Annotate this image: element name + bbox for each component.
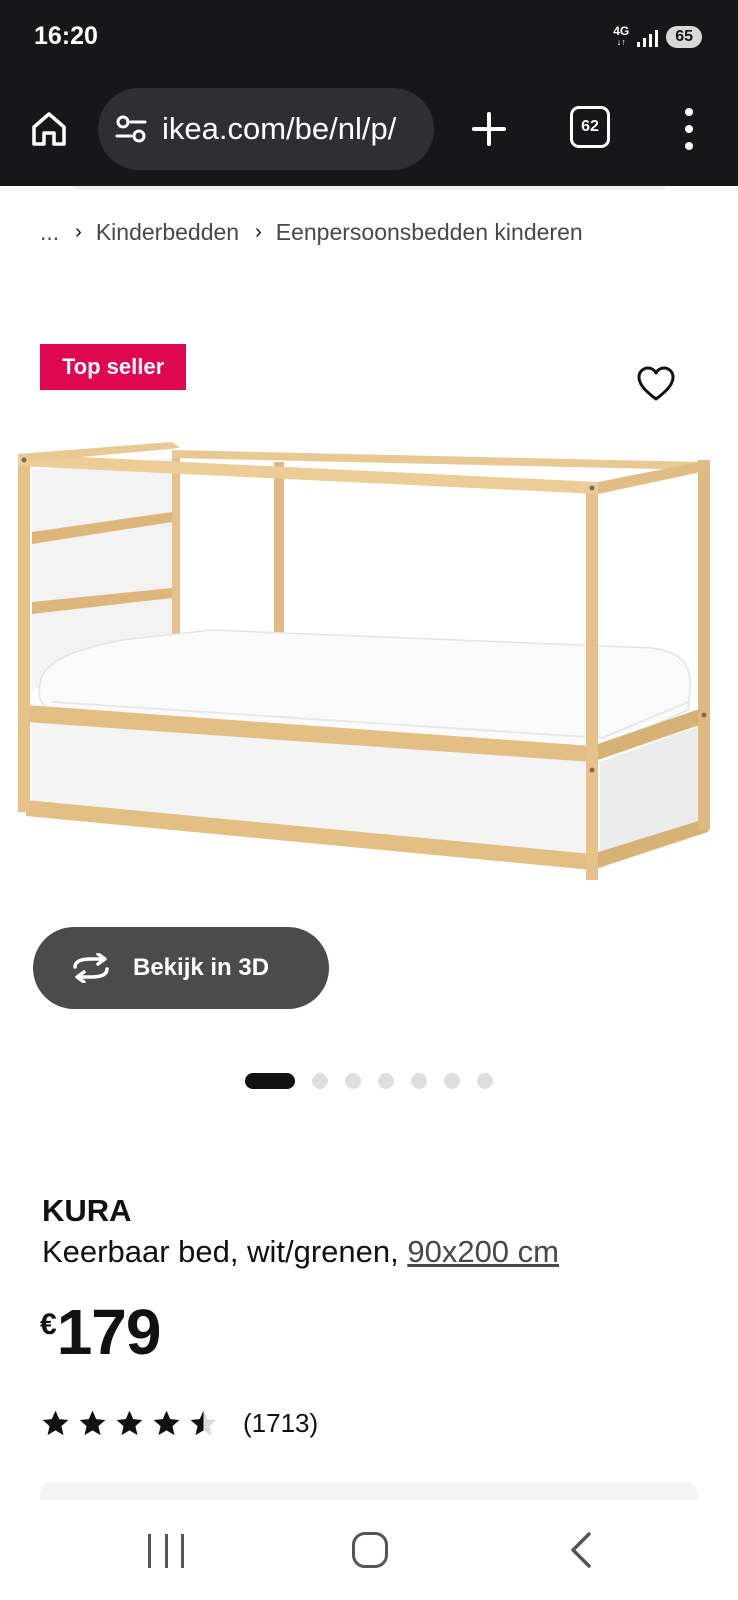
recents-icon[interactable] xyxy=(148,1534,184,1568)
product-price: € 179 xyxy=(40,1296,162,1368)
status-bar: 16:20 4G ↓↑ 65 xyxy=(0,0,738,78)
status-icons: 4G ↓↑ 65 xyxy=(613,24,702,50)
signal-icon xyxy=(637,27,659,47)
tune-icon[interactable] xyxy=(114,112,148,146)
carousel-dot-1[interactable] xyxy=(245,1073,295,1089)
star-half-icon xyxy=(190,1410,217,1436)
home-icon[interactable] xyxy=(26,106,72,152)
product-type: Keerbaar bed, wit/grenen, xyxy=(42,1234,408,1269)
carousel-dot-4[interactable] xyxy=(378,1073,394,1089)
plus-icon[interactable] xyxy=(466,106,512,152)
network-type-icon: 4G ↓↑ xyxy=(613,24,630,47)
star-full-icon xyxy=(79,1410,106,1436)
image-carousel-indicator xyxy=(245,1073,493,1089)
product-name: KURA xyxy=(42,1193,132,1228)
product-description: Keerbaar bed, wit/grenen, 90x200 cm xyxy=(42,1234,559,1270)
breadcrumb-kinderbedden[interactable]: Kinderbedden xyxy=(96,219,239,246)
carousel-dot-3[interactable] xyxy=(345,1073,361,1089)
back-icon[interactable] xyxy=(565,1530,595,1570)
tab-switcher-button[interactable]: 62 xyxy=(570,106,610,148)
product-image[interactable] xyxy=(12,440,728,900)
home-icon[interactable] xyxy=(352,1532,388,1568)
address-bar[interactable]: ikea.com/be/nl/p/ xyxy=(98,88,434,170)
browser-toolbar: ikea.com/be/nl/p/ 62 xyxy=(0,78,738,186)
product-size-link[interactable]: 90x200 cm xyxy=(407,1234,559,1269)
status-time: 16:20 xyxy=(34,22,98,50)
carousel-dot-5[interactable] xyxy=(411,1073,427,1089)
view-in-3d-button[interactable]: Bekijk in 3D xyxy=(33,927,329,1009)
chevron-right-icon: › xyxy=(75,221,82,243)
star-full-icon xyxy=(116,1410,143,1436)
rotate-3d-icon xyxy=(73,953,109,983)
price-value: 179 xyxy=(56,1296,162,1368)
url-text[interactable]: ikea.com/be/nl/p/ xyxy=(162,111,396,147)
price-currency: € xyxy=(40,1308,57,1341)
rating-count: (1713) xyxy=(243,1408,319,1438)
star-full-icon xyxy=(153,1410,180,1436)
breadcrumb: ... › Kinderbedden › Eenpersoonsbedden k… xyxy=(40,219,583,246)
view-in-3d-label: Bekijk in 3D xyxy=(133,954,270,981)
carousel-dot-2[interactable] xyxy=(312,1073,328,1089)
top-seller-badge: Top seller xyxy=(40,344,186,390)
battery-icon: 65 xyxy=(666,26,702,48)
carousel-dot-6[interactable] xyxy=(444,1073,460,1089)
system-navigation-bar xyxy=(0,1500,738,1600)
carousel-dot-7[interactable] xyxy=(477,1073,493,1089)
breadcrumb-eenpersoonsbedden[interactable]: Eenpersoonsbedden kinderen xyxy=(276,219,583,246)
chevron-right-icon: › xyxy=(255,221,262,243)
breadcrumb-ellipsis[interactable]: ... xyxy=(40,219,59,246)
header-shadow xyxy=(72,186,666,190)
more-vert-icon[interactable] xyxy=(676,104,702,154)
product-rating[interactable]: (1713) xyxy=(40,1408,318,1439)
star-full-icon xyxy=(42,1410,69,1436)
favorite-heart-icon[interactable] xyxy=(636,364,676,404)
